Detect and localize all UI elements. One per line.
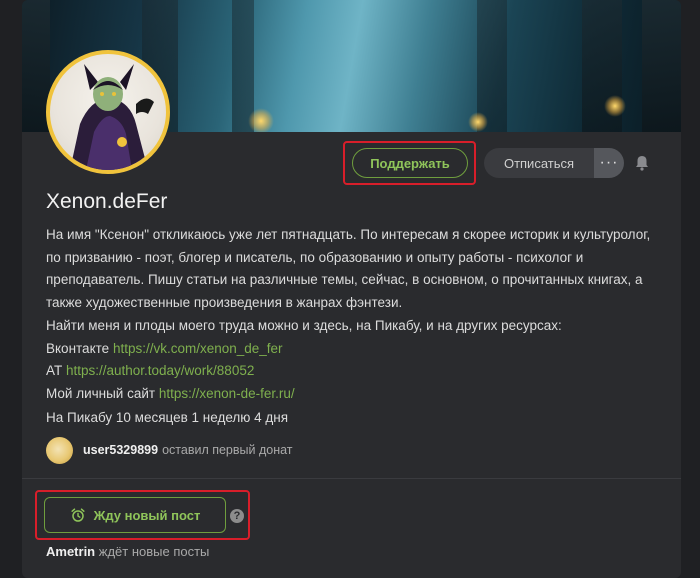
bio-line: по призванию - поэт, блогер и писатель, …	[46, 249, 584, 265]
link-label: АТ	[46, 363, 63, 379]
profile-name: Xenon.deFer	[46, 190, 168, 213]
personal-site-link[interactable]: https://xenon-de-fer.ru/	[159, 386, 295, 401]
link-row-vk: Вконтакте https://vk.com/xenon_de_fer	[46, 338, 666, 361]
link-label: Вконтакте	[46, 340, 110, 356]
bio-line: Найти меня и плоды моего труда можно и з…	[46, 317, 562, 333]
help-icon[interactable]: ?	[230, 509, 244, 523]
donor-avatar[interactable]	[46, 436, 73, 464]
bell-icon[interactable]	[633, 154, 651, 172]
first-donor: user5329899 оставил первый донат	[46, 436, 293, 464]
unsubscribe-button[interactable]: Отписаться	[484, 148, 594, 178]
donor-text: оставил первый донат	[162, 443, 293, 457]
author-today-link[interactable]: https://author.today/work/88052	[66, 363, 254, 378]
profile-card: Поддержать Отписаться ··· Xenon.deFer На…	[22, 0, 681, 578]
membership-duration: На Пикабу 10 месяцев 1 неделю 4 дня	[46, 410, 289, 425]
support-highlight	[343, 141, 476, 185]
bio-line: также художественные произведения в жанр…	[46, 295, 403, 311]
wait-highlight	[35, 490, 250, 540]
waiter-info: Ametrin ждёт новые посты	[46, 544, 209, 559]
bio-line: На имя "Ксенон" откликаюсь уже лет пятна…	[46, 227, 651, 242]
link-row-at: АТ https://author.today/work/88052	[46, 360, 666, 383]
link-label: Мой личный сайт	[46, 385, 156, 401]
profile-avatar[interactable]	[46, 50, 170, 174]
profile-bio: На имя "Ксенон" откликаюсь уже лет пятна…	[46, 224, 666, 406]
vk-link[interactable]: https://vk.com/xenon_de_fer	[113, 341, 283, 356]
divider	[22, 478, 681, 479]
donor-username[interactable]: user5329899	[83, 443, 158, 457]
link-row-site: Мой личный сайт https://xenon-de-fer.ru/	[46, 383, 666, 406]
more-options-button[interactable]: ···	[594, 148, 624, 178]
waiter-name[interactable]: Ametrin	[46, 544, 95, 559]
bio-line: преподаватель. Пишу статьи на различные …	[46, 272, 643, 288]
waiter-text: ждёт новые посты	[98, 544, 210, 559]
